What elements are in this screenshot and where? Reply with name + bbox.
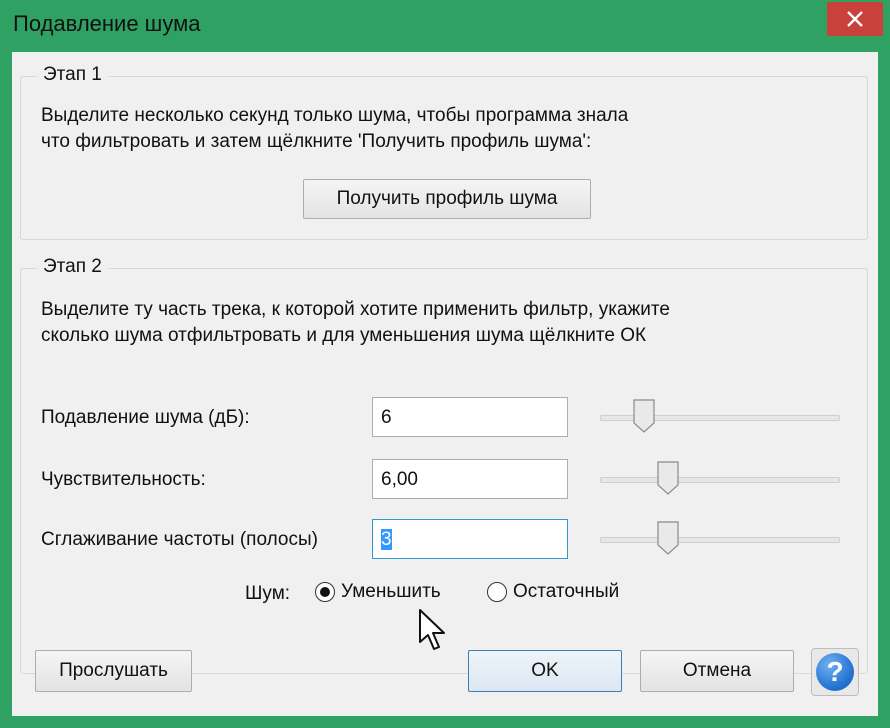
step2-description-line2: сколько шума отфильтровать и для уменьше… (41, 325, 647, 346)
window-title: Подавление шума (13, 11, 201, 36)
slider-track (600, 537, 840, 543)
radio-residual[interactable]: Остаточный (487, 581, 619, 603)
mouse-cursor-icon (419, 609, 445, 650)
title-bar: Подавление шума (0, 0, 890, 52)
sensitivity-slider[interactable] (600, 459, 840, 499)
close-icon (847, 11, 863, 27)
radio-residual-label: Остаточный (513, 581, 620, 602)
close-button[interactable] (827, 2, 883, 36)
slider-thumb[interactable] (633, 399, 655, 433)
help-icon: ? (816, 653, 854, 691)
radio-residual-indicator[interactable] (487, 582, 507, 602)
step1-legend: Этап 1 (37, 64, 108, 86)
step2-legend: Этап 2 (37, 256, 108, 278)
frequency-smoothing-input[interactable]: 3 (372, 519, 568, 559)
step2-description-line1: Выделите ту часть трека, к которой хотит… (41, 299, 670, 320)
radio-reduce[interactable]: Уменьшить (315, 581, 441, 603)
frequency-smoothing-label: Сглаживание частоты (полосы) (41, 529, 318, 550)
selected-text: 3 (381, 529, 392, 550)
noise-mode-label: Шум: (245, 583, 291, 604)
step1-description-line1: Выделите несколько секунд только шума, ч… (41, 105, 629, 126)
cancel-button[interactable]: Отмена (640, 650, 794, 692)
radio-reduce-indicator[interactable] (315, 582, 335, 602)
noise-reduction-label: Подавление шума (дБ): (41, 407, 250, 428)
step1-description-line2: что фильтровать и затем щёлкните 'Получи… (41, 131, 592, 152)
slider-thumb[interactable] (657, 461, 679, 495)
slider-track (600, 477, 840, 483)
sensitivity-input[interactable]: 6,00 (372, 459, 568, 499)
slider-thumb[interactable] (657, 521, 679, 555)
radio-reduce-label: Уменьшить (341, 581, 441, 602)
get-noise-profile-button[interactable]: Получить профиль шума (303, 179, 591, 219)
sensitivity-label: Чувствительность: (41, 469, 206, 490)
radio-checked-dot (320, 587, 330, 597)
frequency-smoothing-slider[interactable] (600, 519, 840, 559)
noise-reduction-slider[interactable] (600, 397, 840, 437)
ok-button[interactable]: OK (468, 650, 622, 692)
help-button[interactable]: ? (811, 648, 859, 696)
step1-group: Этап 1 Выделите несколько секунд только … (20, 64, 868, 240)
preview-button[interactable]: Прослушать (35, 650, 192, 692)
noise-reduction-input[interactable]: 6 (372, 397, 568, 437)
